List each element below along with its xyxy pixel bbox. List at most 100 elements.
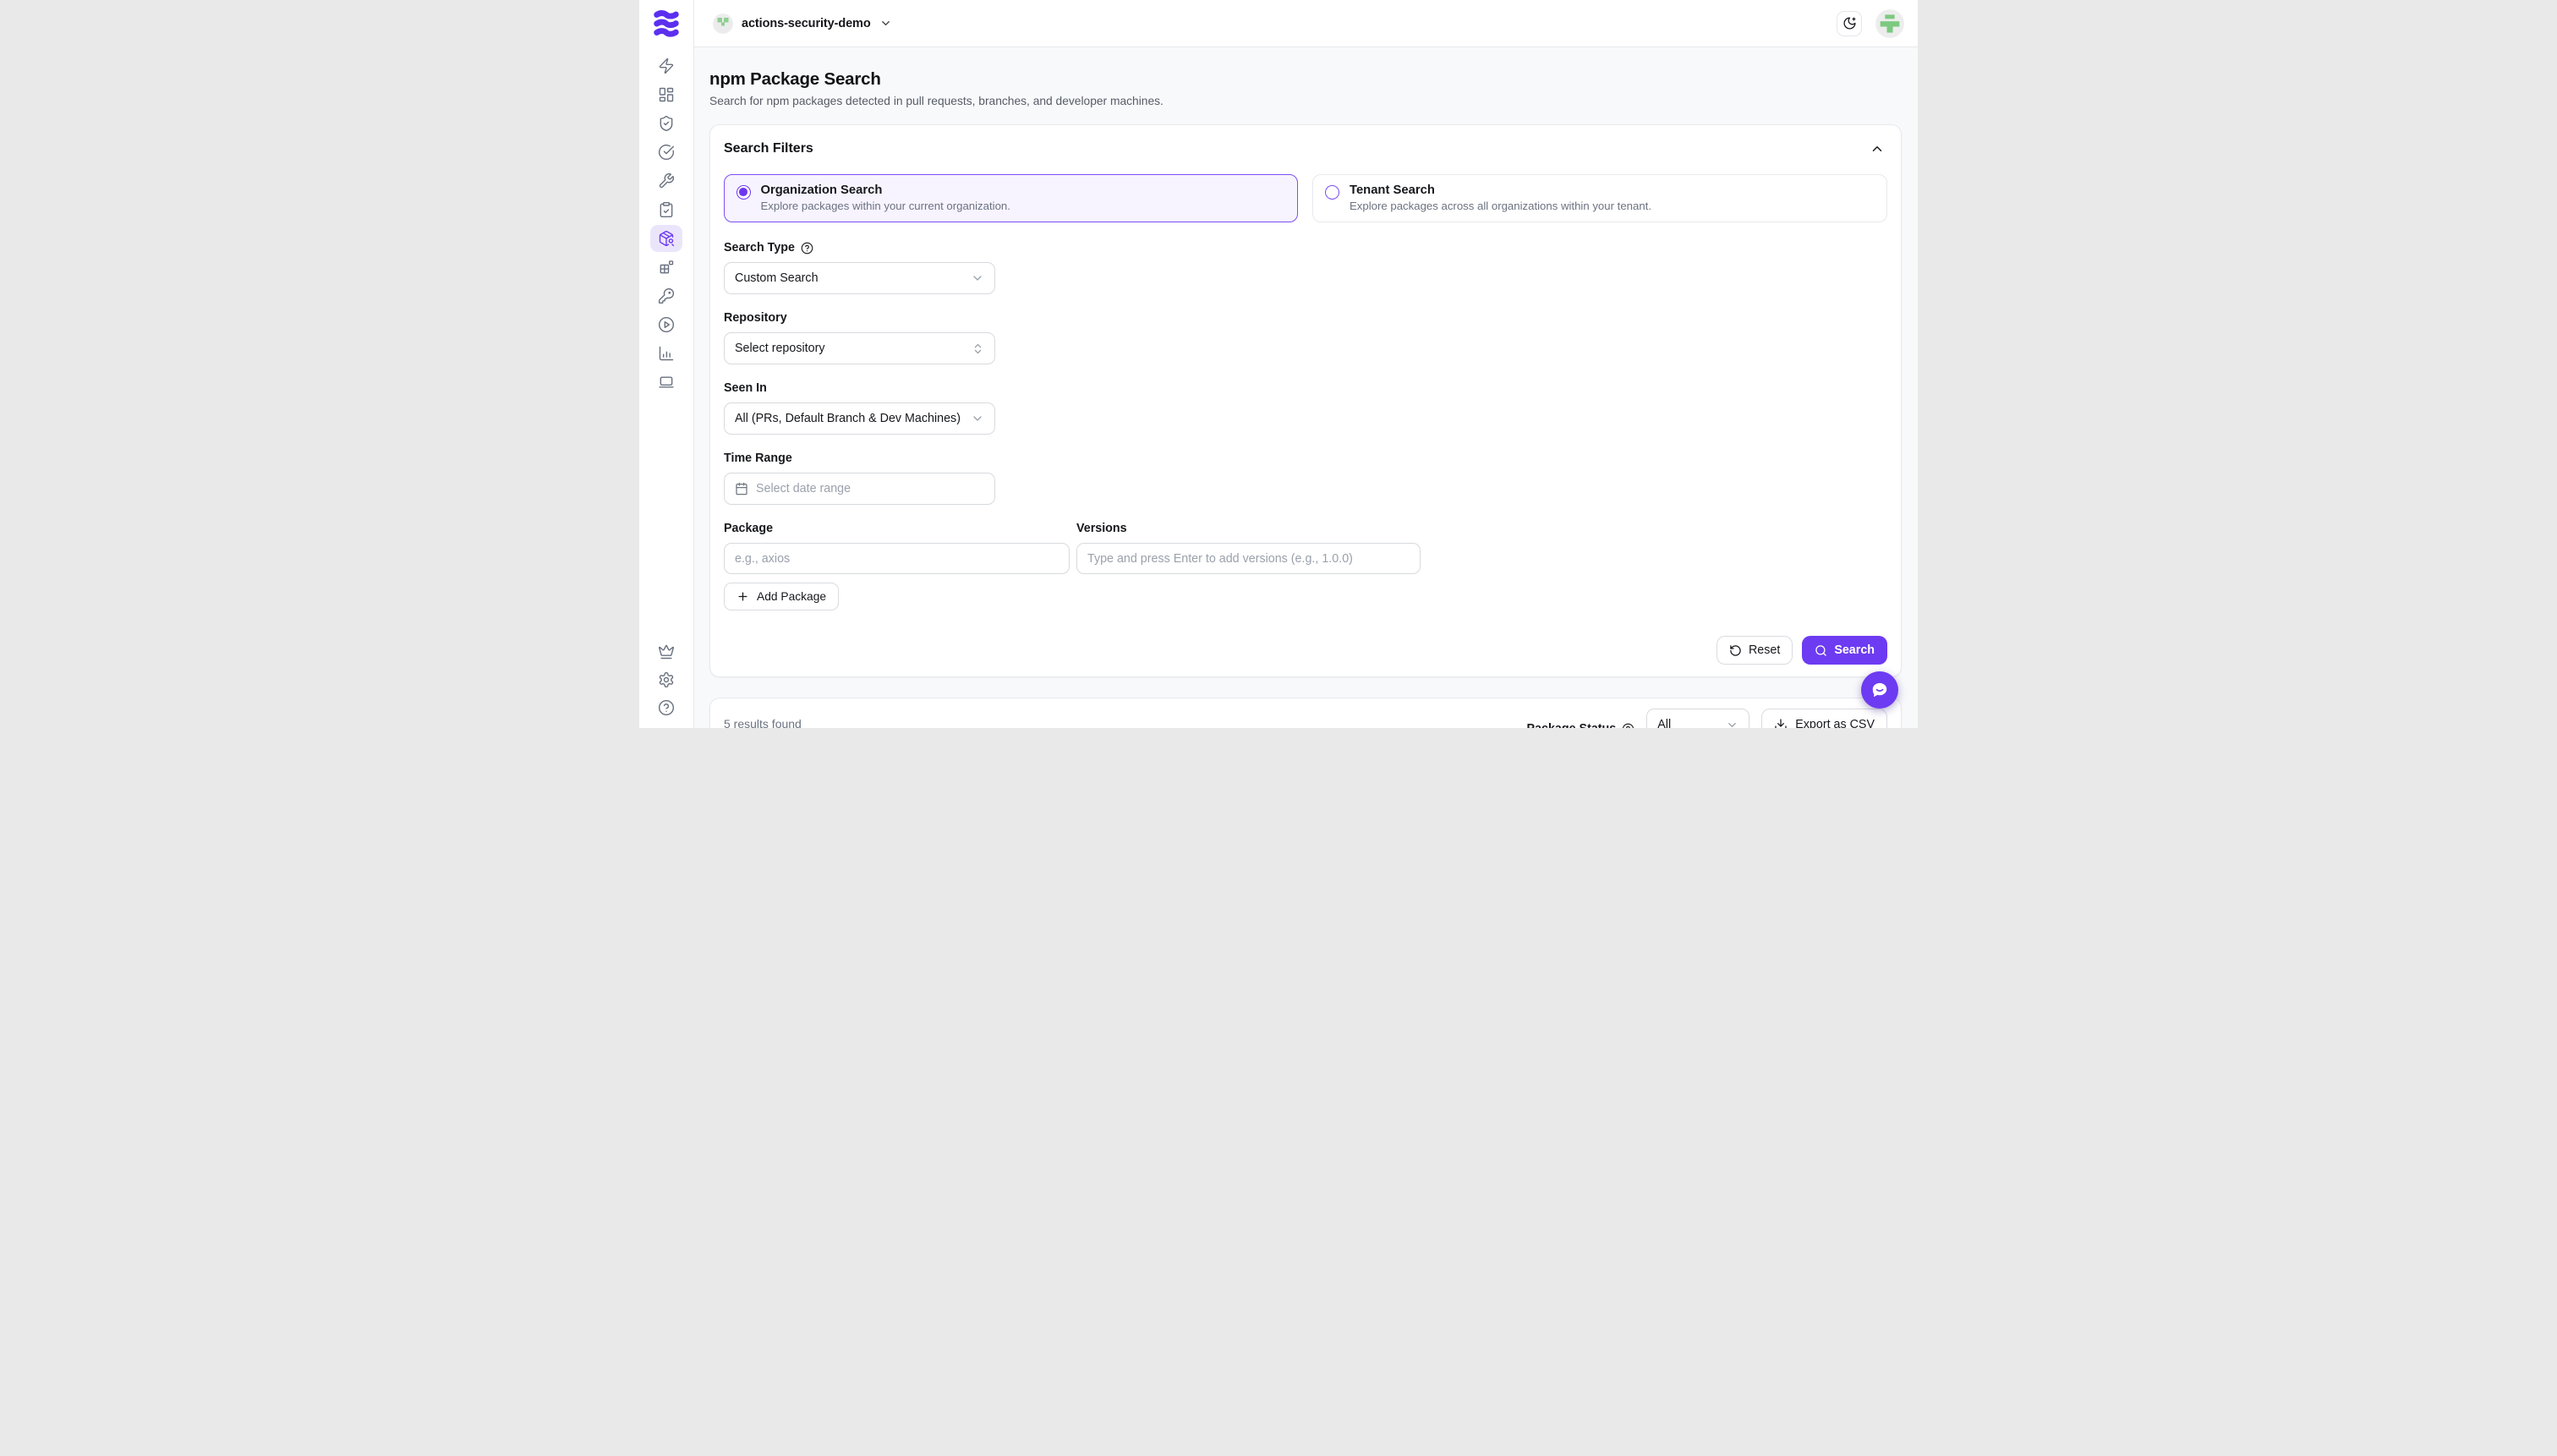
radio-selected-icon[interactable] <box>736 185 751 200</box>
time-range-field: Time Range Select date range <box>724 452 1887 505</box>
chevron-down-icon <box>971 271 984 285</box>
clipboard-check-icon <box>658 201 675 218</box>
chat-widget-button[interactable] <box>1861 671 1898 709</box>
mode-title: Tenant Search <box>1350 183 1651 197</box>
search-button[interactable]: Search <box>1802 636 1887 665</box>
brand-logo-icon <box>652 9 681 38</box>
crown-icon <box>658 643 675 660</box>
calendar-icon <box>735 482 748 495</box>
page-title: npm Package Search <box>709 69 1902 90</box>
topbar-actions <box>1837 9 1904 38</box>
sidebar-item-activity[interactable] <box>650 52 682 79</box>
results-controls: Package Status All Export as CSV <box>1527 709 1887 728</box>
sidebar-item-help[interactable] <box>650 694 682 721</box>
search-type-label: Search Type <box>724 241 1887 255</box>
help-icon[interactable] <box>801 242 813 255</box>
left-sidebar <box>639 0 694 728</box>
sidebar-nav <box>650 52 682 396</box>
rotate-ccw-icon <box>1729 644 1742 657</box>
time-range-label: Time Range <box>724 452 1887 465</box>
help-icon[interactable] <box>1622 723 1634 729</box>
mode-description: Explore packages within your current org… <box>761 200 1010 212</box>
sidebar-item-tools[interactable] <box>650 167 682 194</box>
search-icon <box>1815 644 1827 657</box>
key-icon <box>658 287 675 304</box>
check-circle-icon <box>658 144 675 161</box>
search-mode-group: Organization Search Explore packages wit… <box>724 174 1887 222</box>
repository-label: Repository <box>724 311 1887 325</box>
org-name: actions-security-demo <box>742 17 871 30</box>
topbar: actions-security-demo <box>694 0 1918 47</box>
gear-icon <box>658 671 675 688</box>
help-circle-icon <box>658 699 675 716</box>
search-type-field: Search Type Custom Search <box>724 241 1887 294</box>
sidebar-item-runs[interactable] <box>650 311 682 338</box>
package-label: Package <box>724 522 1070 535</box>
app-window: actions-security-demo npm Package Search… <box>639 0 1918 728</box>
versions-input[interactable] <box>1076 543 1421 574</box>
sidebar-bottom-nav <box>650 638 682 721</box>
chevrons-up-down-icon <box>972 342 984 355</box>
sidebar-item-integrations[interactable] <box>650 254 682 281</box>
wrench-icon <box>658 172 675 189</box>
laptop-icon <box>658 374 675 391</box>
repository-select[interactable]: Select repository <box>724 332 995 364</box>
chevron-down-icon <box>971 412 984 425</box>
sidebar-item-package-search[interactable] <box>650 225 682 252</box>
seen-in-dropdown[interactable]: All (PRs, Default Branch & Dev Machines) <box>724 402 995 435</box>
sidebar-item-checks[interactable] <box>650 139 682 166</box>
dark-mode-toggle[interactable] <box>1837 11 1862 36</box>
plus-icon <box>736 590 749 603</box>
org-selector[interactable]: actions-security-demo <box>708 10 897 37</box>
page-content: npm Package Search Search for npm packag… <box>694 47 1918 728</box>
mode-description: Explore packages across all organization… <box>1350 200 1651 212</box>
search-type-dropdown[interactable]: Custom Search <box>724 262 995 294</box>
sidebar-item-tasks[interactable] <box>650 196 682 223</box>
mode-organization-search[interactable]: Organization Search Explore packages wit… <box>724 174 1298 222</box>
collapse-filters-button[interactable] <box>1867 139 1887 159</box>
versions-label: Versions <box>1076 522 1421 535</box>
download-icon <box>1774 718 1788 728</box>
filters-actions: Reset Search <box>724 636 1887 665</box>
package-status-dropdown[interactable]: All <box>1646 709 1749 728</box>
mode-tenant-search[interactable]: Tenant Search Explore packages across al… <box>1312 174 1887 222</box>
results-count: 5 results found <box>724 717 802 728</box>
sidebar-item-secrets[interactable] <box>650 282 682 309</box>
filters-card-title: Search Filters <box>724 141 813 156</box>
chevron-down-icon <box>1726 719 1738 729</box>
date-range-picker[interactable]: Select date range <box>724 473 995 505</box>
add-package-button[interactable]: Add Package <box>724 583 839 610</box>
play-circle-icon <box>658 316 675 333</box>
bar-chart-icon <box>658 345 675 362</box>
search-filters-card: Search Filters Organization Search Explo… <box>709 124 1902 677</box>
sidebar-item-dashboard[interactable] <box>650 81 682 108</box>
sidebar-item-security[interactable] <box>650 110 682 137</box>
package-version-row: Package Versions <box>724 522 1887 574</box>
results-card: 5 results found Package Status All <box>709 698 1902 728</box>
blocks-icon <box>658 259 675 276</box>
app-logo[interactable] <box>651 8 682 39</box>
sidebar-item-dev-machines[interactable] <box>650 369 682 396</box>
filters-card-header: Search Filters <box>724 139 1887 159</box>
sidebar-item-upgrade[interactable] <box>650 638 682 665</box>
zap-icon <box>658 57 675 74</box>
date-range-placeholder: Select date range <box>756 482 851 495</box>
moon-star-icon <box>1842 16 1857 30</box>
sidebar-item-analytics[interactable] <box>650 340 682 367</box>
package-input[interactable] <box>724 543 1070 574</box>
package-status-label: Package Status <box>1527 722 1635 728</box>
seen-in-label: Seen In <box>724 381 1887 395</box>
reset-button[interactable]: Reset <box>1717 636 1793 665</box>
export-csv-button[interactable]: Export as CSV <box>1761 709 1887 728</box>
shield-check-icon <box>658 115 675 132</box>
sidebar-item-settings[interactable] <box>650 666 682 693</box>
package-search-icon <box>658 230 675 247</box>
radio-unselected-icon[interactable] <box>1325 185 1339 200</box>
page-subtitle: Search for npm packages detected in pull… <box>709 95 1902 107</box>
org-avatar <box>713 14 733 34</box>
messenger-icon <box>1870 681 1889 699</box>
main-area: actions-security-demo npm Package Search… <box>694 0 1918 728</box>
dashboard-icon <box>658 86 675 103</box>
repository-field: Repository Select repository <box>724 311 1887 364</box>
user-avatar[interactable] <box>1875 9 1904 38</box>
